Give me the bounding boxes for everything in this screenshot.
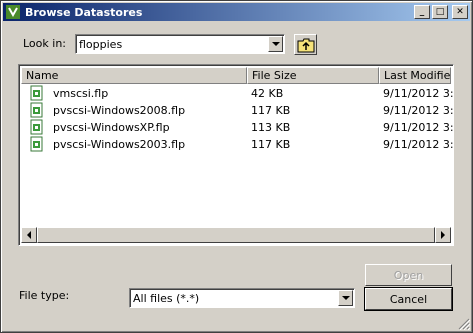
minimize-icon: _ (419, 6, 425, 17)
column-header-name[interactable]: Name (21, 67, 247, 84)
column-header-last-modified[interactable]: Last Modified (379, 67, 451, 84)
maximize-button[interactable]: □ (432, 5, 448, 19)
chevron-down-icon (341, 296, 350, 300)
arrow-left-icon (27, 231, 31, 239)
file-modified: 9/11/2012 3:0 (383, 87, 454, 100)
scroll-right-button[interactable] (435, 227, 451, 243)
file-type-dropdown[interactable]: All files (*.*) (129, 288, 355, 308)
cancel-button[interactable]: Cancel (364, 287, 453, 311)
horizontal-scrollbar[interactable] (21, 227, 451, 243)
file-type-value: All files (*.*) (133, 291, 200, 305)
floppy-file-icon (30, 119, 43, 135)
look-in-dropdown[interactable]: floppies (75, 34, 285, 54)
browse-datastores-dialog: Browse Datastores _ □ ✕ Look in: floppie… (0, 0, 473, 333)
folder-up-icon (297, 38, 314, 52)
resize-grip-icon[interactable] (458, 318, 470, 330)
file-name: vmscsi.flp (53, 87, 109, 100)
title-bar[interactable]: Browse Datastores _ □ ✕ (3, 3, 470, 21)
column-header-file-size[interactable]: File Size (247, 67, 379, 84)
vsphere-app-icon (5, 4, 21, 20)
chevron-down-icon (271, 42, 280, 46)
file-size: 117 KB (251, 138, 291, 151)
file-modified: 9/11/2012 3:0 (383, 138, 454, 151)
file-name: pvscsi-Windows2008.flp (53, 104, 186, 117)
file-list[interactable]: Name File Size Last Modified vmscsi.flp … (18, 64, 454, 246)
look-in-value: floppies (79, 37, 123, 51)
file-type-label: File type: (19, 289, 70, 302)
up-one-level-button[interactable] (294, 34, 317, 55)
scrollbar-thumb[interactable] (37, 227, 435, 243)
file-modified: 9/11/2012 3:0 (383, 121, 454, 134)
file-name: pvscsi-WindowsXP.flp (53, 121, 170, 134)
close-button[interactable]: ✕ (452, 5, 468, 19)
window-title: Browse Datastores (25, 5, 143, 19)
scroll-left-button[interactable] (21, 227, 37, 243)
minimize-button[interactable]: _ (414, 5, 430, 19)
arrow-right-icon (441, 231, 445, 239)
file-row[interactable]: pvscsi-Windows2008.flp 117 KB 9/11/2012 … (21, 102, 454, 119)
file-size: 42 KB (251, 87, 284, 100)
file-name: pvscsi-Windows2003.flp (53, 138, 186, 151)
look-in-label: Look in: (23, 37, 66, 50)
look-in-dropdown-arrow[interactable] (268, 36, 283, 52)
file-modified: 9/11/2012 3:0 (383, 104, 454, 117)
file-size: 113 KB (251, 121, 291, 134)
file-row[interactable]: pvscsi-Windows2003.flp 117 KB 9/11/2012 … (21, 136, 454, 153)
floppy-file-icon (30, 85, 43, 101)
file-row[interactable]: pvscsi-WindowsXP.flp 113 KB 9/11/2012 3:… (21, 119, 454, 136)
maximize-icon: □ (435, 6, 445, 17)
floppy-file-icon (30, 136, 43, 152)
file-row[interactable]: vmscsi.flp 42 KB 9/11/2012 3:0 (21, 85, 454, 102)
file-size: 117 KB (251, 104, 291, 117)
floppy-file-icon (30, 102, 43, 118)
close-icon: ✕ (456, 6, 464, 17)
file-type-dropdown-arrow[interactable] (338, 290, 353, 306)
open-button[interactable]: Open (365, 264, 452, 286)
